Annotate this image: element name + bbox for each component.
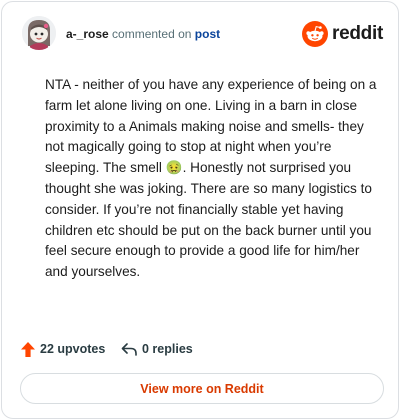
reddit-wordmark: reddit — [332, 23, 383, 44]
comment-header: a-_rose commented on post reddit — [22, 16, 383, 56]
reddit-snoo-icon — [302, 21, 328, 47]
action-text: commented on — [112, 27, 192, 41]
upvote-arrow-icon — [21, 341, 35, 357]
reddit-logo[interactable]: reddit — [302, 21, 383, 47]
upvote-count: 22 upvotes — [40, 342, 106, 356]
reply-button[interactable]: 0 replies — [120, 338, 193, 360]
comment-body: NTA - neither of you have any experience… — [45, 75, 377, 283]
nauseated-face-emoji: 🤢 — [165, 160, 183, 176]
snoo-avatar-icon[interactable] — [22, 16, 56, 50]
comment-actions: 22 upvotes 0 replies — [20, 338, 320, 360]
upvote-button[interactable]: 22 upvotes — [20, 338, 105, 360]
reply-arrow-icon — [121, 343, 137, 356]
reply-count: 0 replies — [142, 342, 193, 356]
comment-text-end: . Honestly not surprised you thought she… — [45, 160, 372, 280]
view-more-button[interactable]: View more on Reddit — [20, 373, 384, 404]
comment-meta: a-_rose commented on post — [66, 27, 220, 41]
post-link[interactable]: post — [195, 27, 220, 41]
comment-embed-card: a-_rose commented on post reddit NTA - n… — [1, 1, 399, 419]
username-link[interactable]: a-_rose — [66, 27, 109, 41]
